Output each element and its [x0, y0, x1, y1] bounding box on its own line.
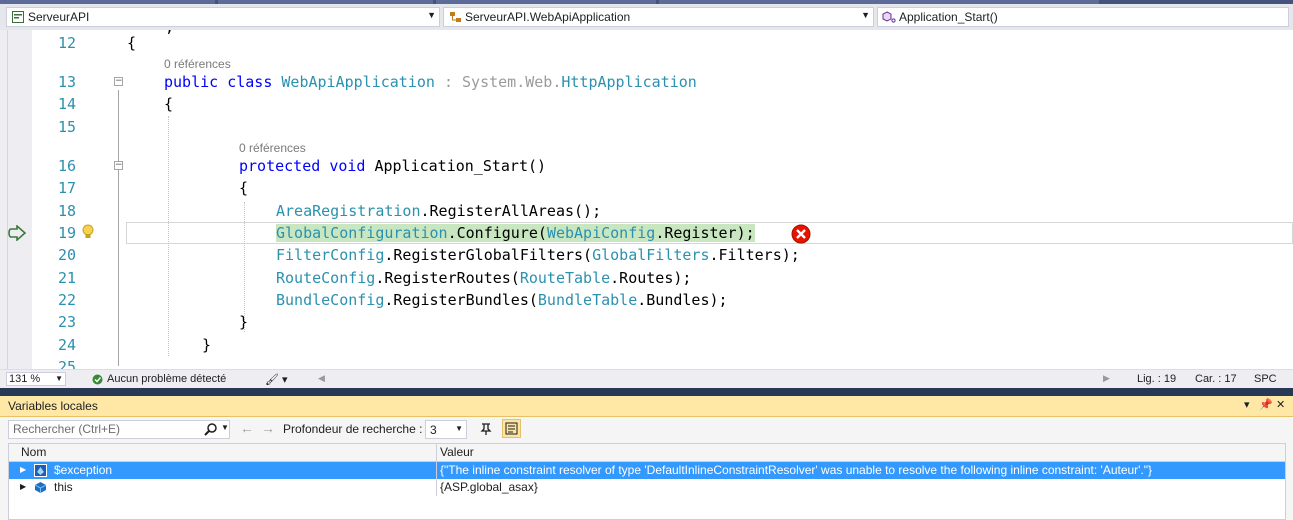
table-row[interactable]: ▶ this {ASP.global_asax}	[9, 479, 1285, 496]
class-icon	[448, 10, 462, 24]
depth-label: Profondeur de recherche :	[283, 422, 423, 436]
search-input[interactable]: Rechercher (Ctrl+E)	[8, 420, 230, 439]
panel-splitter[interactable]	[0, 388, 1293, 396]
tab-strip	[0, 0, 1293, 4]
chevron-down-icon: ▼	[427, 10, 436, 20]
navigation-bar: ServeurAPI ▼ ServeurAPI.WebApiApplicatio…	[0, 0, 1293, 30]
table-row[interactable]: ▶ $exception {"The inline constraint res…	[9, 462, 1285, 479]
code-line: 24 }	[0, 334, 1293, 356]
depth-dropdown[interactable]: 3 ▼	[425, 420, 467, 439]
code-line: 17 {	[0, 177, 1293, 199]
code-line: 14 {	[0, 93, 1293, 115]
collapse-toggle[interactable]: −	[114, 77, 123, 86]
collapse-toggle[interactable]: −	[114, 161, 123, 170]
code-line: 18 AreaRegistration.RegisterAllAreas();	[0, 200, 1293, 222]
zoom-level: 131 %	[9, 373, 41, 385]
line-number: 24	[57, 336, 76, 354]
search-icon[interactable]	[204, 422, 218, 439]
exception-icon	[34, 464, 47, 480]
code-line-current: 19 GlobalConfiguration.Configure(WebApiC…	[0, 222, 1293, 244]
project-icon	[11, 10, 25, 24]
code-line: 16 − protected void Application_Start()	[0, 155, 1293, 177]
line-number: 22	[57, 291, 76, 309]
line-number: 13	[57, 73, 76, 91]
locals-window: Variables locales ▾ 📌 ✕ Rechercher (Ctrl…	[0, 396, 1293, 520]
pin-icon[interactable]: 📌	[1259, 398, 1273, 411]
expand-icon[interactable]: ▶	[20, 465, 26, 474]
chevron-down-icon: ▼	[55, 374, 63, 383]
line-number: 15	[57, 118, 76, 136]
code-line: 15	[0, 116, 1293, 138]
member-dropdown[interactable]: Application_Start()	[877, 7, 1289, 27]
locals-grid: Nom Valeur ▶ $exception {"The inline con…	[8, 443, 1286, 520]
zoom-dropdown[interactable]: 131 % ▼	[6, 372, 66, 386]
locals-toolbar: Rechercher (Ctrl+E) ▼ ← → Profondeur de …	[0, 417, 1293, 441]
hex-display-icon[interactable]	[502, 419, 521, 438]
chevron-down-icon: ▼	[455, 424, 463, 433]
line-number: 17	[57, 179, 76, 197]
line-number: 19	[57, 224, 76, 242]
code-line: 21 RouteConfig.RegisterRoutes(RouteTable…	[0, 267, 1293, 289]
grid-header: Nom Valeur	[9, 444, 1285, 462]
close-icon[interactable]: ✕	[1276, 398, 1285, 411]
code-line: 22 BundleConfig.RegisterBundles(BundleTa…	[0, 289, 1293, 311]
member-dropdown-label: Application_Start()	[899, 10, 998, 24]
window-menu-icon[interactable]: ▾	[1244, 398, 1250, 411]
expand-icon[interactable]: ▶	[20, 482, 26, 491]
scroll-right-icon[interactable]: ▶	[1103, 373, 1110, 384]
code-editor[interactable]: , 12 { 0 références 13 − public class We…	[0, 30, 1293, 369]
whitespace-mode: SPC	[1254, 373, 1277, 385]
chevron-down-icon[interactable]: ▼	[221, 423, 229, 432]
code-line: 23 }	[0, 311, 1293, 333]
code-line: 25	[0, 356, 1293, 369]
chevron-down-icon: ▼	[861, 10, 870, 20]
line-number: 12	[57, 34, 76, 52]
line-number: 14	[57, 95, 76, 113]
method-icon	[882, 10, 896, 24]
back-arrow-icon[interactable]: ←	[240, 420, 254, 436]
column-header-value[interactable]: Valeur	[440, 445, 474, 459]
line-number: 25	[57, 358, 76, 369]
line-position: Lig. : 19	[1137, 373, 1177, 385]
project-dropdown-label: ServeurAPI	[28, 10, 90, 24]
line-number: 18	[57, 202, 76, 220]
column-header-name[interactable]: Nom	[21, 445, 46, 459]
line-number: 23	[57, 313, 76, 331]
lightbulb-icon[interactable]	[82, 224, 94, 244]
pin-columns-icon[interactable]	[479, 422, 493, 439]
line-number: 16	[57, 157, 76, 175]
line-number: 21	[57, 269, 76, 287]
forward-arrow-icon[interactable]: →	[261, 420, 275, 436]
code-line: 20 FilterConfig.RegisterGlobalFilters(Gl…	[0, 244, 1293, 266]
locals-title: Variables locales	[8, 399, 98, 413]
brush-icon[interactable]: 🖌 ▾	[265, 373, 288, 386]
issues-status[interactable]: Aucun problème détecté	[107, 373, 226, 385]
check-icon	[92, 374, 103, 388]
locals-title-bar[interactable]: Variables locales ▾ 📌 ✕	[0, 396, 1293, 417]
class-dropdown-label: ServeurAPI.WebApiApplication	[465, 10, 631, 24]
scroll-left-icon[interactable]: ◀	[318, 373, 325, 384]
field-icon	[34, 481, 47, 497]
next-statement-icon[interactable]	[8, 224, 28, 244]
codelens-references[interactable]: 0 références	[239, 141, 306, 155]
codelens-references[interactable]: 0 références	[164, 57, 231, 71]
editor-status-bar: 131 % ▼ Aucun problème détecté 🖌 ▾ ◀ ▶ L…	[0, 369, 1293, 388]
code-line: 12 {	[0, 32, 1293, 54]
column-position: Car. : 17	[1195, 373, 1237, 385]
code-line: 13 − public class WebApiApplication : Sy…	[0, 71, 1293, 93]
line-number: 20	[57, 246, 76, 264]
project-dropdown[interactable]: ServeurAPI ▼	[6, 7, 440, 27]
class-dropdown[interactable]: ServeurAPI.WebApiApplication ▼	[443, 7, 874, 27]
